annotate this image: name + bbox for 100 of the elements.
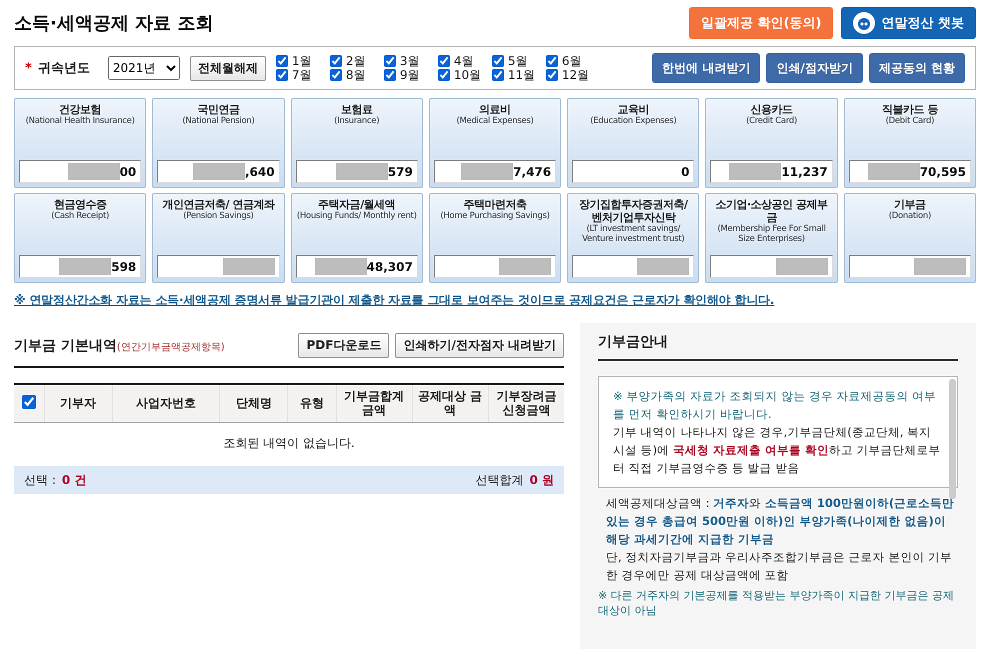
section-title: 기부금 기본내역 [14, 336, 117, 354]
guide-bullet-note: 단, 정치자금기부금과 우리사주조합기부금은 근로자 본인이 기부한 경우에만 공제 대상금액에 포함 [605, 549, 953, 584]
month-label: 3월 [400, 54, 420, 68]
category-name: 현금영수증 [54, 198, 106, 211]
category-english-name: (Credit Card) [746, 116, 797, 126]
action-button[interactable]: 한번에 내려받기 [652, 53, 760, 83]
category-name: 신용카드 [750, 103, 793, 116]
category-name: 소기업·소상공인 공제부금 [714, 198, 829, 224]
guide-text: 기부 내역이 나타나지 않은 경우,기부금단체(종교단체, 복지시설 등)에 국세청 자료제출 여부를 확인하고 기부금단체로부터 직접 기부금영수증 등 발급 받음 [613, 424, 942, 477]
month-checkbox[interactable] [492, 69, 504, 81]
clear-months-button[interactable]: 전체월해제 [190, 56, 266, 80]
column-header: 유형 [288, 384, 336, 422]
category-card[interactable]: 소기업·소상공인 공제부금 (Membership Fee For Small Size Enterprises) [705, 193, 838, 283]
empty-message: 조회된 내역이 없습니다. [14, 422, 564, 464]
amount-field: 11,237 [710, 160, 833, 183]
category-card[interactable]: 기부금 (Donation) [844, 193, 976, 283]
category-english-name: (LT investment savings/ Venture investment trust) [581, 224, 686, 244]
category-english-name: (Medical Expenses) [456, 116, 534, 126]
guide-bullet: 세액공제대상금액 : 거주자와 소득금액 100만원이하(근로소득만 있는 경우 총급여 500만원 이하)인 부양가족(나이제한 없음)이 해당 과세기간에 지급한 기부금 [605, 495, 956, 548]
column-header: 사업자번호 [112, 384, 220, 422]
category-english-name: (Education Expenses) [590, 116, 676, 126]
month-checkbox[interactable] [438, 55, 450, 67]
amount-field: 7,476 [434, 160, 556, 183]
category-english-name: (Donation) [888, 211, 931, 221]
column-header: 기부장려금 신청금액 [488, 384, 564, 422]
category-name: 교육비 [618, 103, 650, 116]
month-label: 5월 [508, 54, 528, 68]
month-checkbox[interactable] [276, 69, 288, 81]
pdf-download-button[interactable]: PDF다운로드 [298, 333, 390, 358]
category-english-name: (National Pension) [182, 116, 254, 126]
month-label: 7월 [292, 68, 312, 82]
month-label: 11월 [508, 68, 536, 82]
month-checkbox[interactable] [330, 55, 342, 67]
month-label: 4월 [454, 54, 474, 68]
category-english-name: (Insurance) [334, 116, 380, 126]
category-english-name: (Home Purchasing Savings) [440, 211, 550, 221]
category-card[interactable]: 건강보험 (National Health Insurance) 00 [14, 98, 146, 188]
amount-field: 598 [19, 255, 142, 278]
category-card[interactable]: 장기집합투자증권저축/ 벤처기업투자신탁 (LT investment savings/ Venture investment trust) [567, 193, 700, 283]
category-card[interactable]: 주택자금/월세액 (Housing Funds/ Monthly rent) 48,307 [290, 193, 423, 283]
category-name: 개인연금저축/ 연금계좌 [162, 198, 274, 211]
count-label: 선택 : [24, 472, 56, 488]
column-header: 기부자 [44, 384, 112, 422]
category-card[interactable]: 직불카드 등 (Debit Card) 70,595 [844, 98, 976, 188]
category-card[interactable]: 개인연금저축/ 연금계좌 (Pension Savings) [152, 193, 285, 283]
category-name: 주택마련저축 [463, 198, 526, 211]
month-checkbox[interactable] [384, 69, 396, 81]
year-label: 귀속년도 [38, 60, 90, 77]
category-name: 의료비 [479, 103, 511, 116]
required-mark: * [25, 60, 32, 76]
amount-field: 00 [19, 160, 142, 183]
year-select[interactable]: 2021년 [108, 56, 180, 80]
category-name: 주택자금/월세액 [318, 198, 396, 211]
category-card[interactable]: 의료비 (Medical Expenses) 7,476 [428, 98, 562, 188]
category-card[interactable]: 보험료 (Insurance) 579 [290, 98, 423, 188]
column-header: 단체명 [220, 384, 288, 422]
print-button[interactable]: 인쇄하기/전자점자 내려받기 [395, 333, 564, 358]
guide-title: 기부금안내 [598, 333, 958, 361]
category-english-name: (Cash Receipt) [51, 211, 110, 221]
category-english-name: (National Health Insurance) [26, 116, 135, 126]
sum-value: 0 원 [529, 472, 554, 488]
month-checkbox[interactable] [438, 69, 450, 81]
month-checkbox[interactable] [546, 69, 558, 81]
guide-footnote: ※ 다른 거주자의 기본공제를 적용받는 부양가족이 지급한 기부금은 공제대상이 아님 [598, 588, 956, 618]
amount-field: ,640 [157, 160, 280, 183]
month-checkbox[interactable] [276, 55, 288, 67]
amount-field: 579 [296, 160, 418, 183]
category-card[interactable]: 현금영수증 (Cash Receipt) 598 [14, 193, 146, 283]
action-button[interactable]: 제공동의 현황 [868, 53, 965, 83]
category-name: 보험료 [340, 103, 372, 116]
category-english-name: (Housing Funds/ Monthly rent) [296, 211, 417, 221]
month-label: 10월 [454, 68, 482, 82]
month-checkbox[interactable] [330, 69, 342, 81]
month-checkbox[interactable] [492, 55, 504, 67]
category-card[interactable]: 국민연금 (National Pension) ,640 [152, 98, 285, 188]
action-button[interactable]: 인쇄/점자받기 [766, 53, 863, 83]
month-checkbox[interactable] [546, 55, 558, 67]
notice-link[interactable]: ※ 연말정산간소화 자료는 소득·세액공제 증명서류 발급기관이 제출한 자료를 그대로 보여주는 것이므로 공제요건은 근로자가 확인해야 합니다. [14, 292, 976, 309]
column-header: 공제대상 금액 [412, 384, 488, 422]
amount-field: 70,595 [848, 160, 971, 183]
category-english-name: (Debit Card) [886, 116, 934, 126]
category-name: 기부금 [894, 198, 926, 211]
month-label: 8월 [346, 68, 366, 82]
category-name: 건강보험 [59, 103, 102, 116]
sum-label: 선택합계 [475, 472, 524, 488]
category-card[interactable]: 교육비 (Education Expenses) 0 [567, 98, 700, 188]
month-checkbox[interactable] [384, 55, 396, 67]
category-card[interactable]: 신용카드 (Credit Card) 11,237 [705, 98, 838, 188]
chatbot-button[interactable]: 연말정산 챗봇 [841, 7, 976, 39]
section-subtitle: (연간기부금액공제항목) [116, 340, 225, 354]
category-card[interactable]: 주택마련저축 (Home Purchasing Savings) [428, 193, 562, 283]
category-english-name: (Pension Savings) [183, 211, 254, 221]
month-label: 9월 [400, 68, 420, 82]
page-title: 소득·세액공제 자료 조회 [14, 12, 214, 35]
month-label: 2월 [346, 54, 366, 68]
robot-icon [853, 12, 876, 34]
select-all-checkbox[interactable] [22, 394, 36, 409]
category-name: 직불카드 등 [882, 103, 938, 116]
category-name: 국민연금 [197, 103, 240, 116]
month-label: 12월 [562, 68, 590, 82]
